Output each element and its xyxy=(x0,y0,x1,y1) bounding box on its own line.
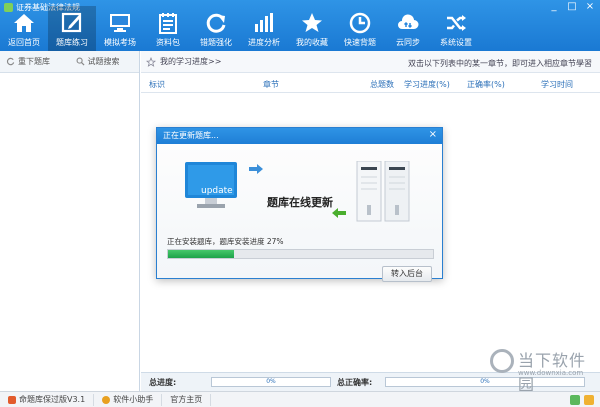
arrow-right-icon xyxy=(249,164,263,174)
status-version[interactable]: 命题库保过版V3.1 xyxy=(0,393,95,406)
total-progress-value: 0% xyxy=(266,378,276,385)
toolbar-settings[interactable]: 系统设置 xyxy=(432,6,480,51)
arrow-left-icon xyxy=(332,208,346,218)
main-toolbar: 返回首页 题库练习 模拟考场 资料包 错题强化 进度分析 我的收藏 快速背题 云… xyxy=(0,6,480,51)
calendar-icon xyxy=(159,13,177,34)
toolbar-settings-label: 系统设置 xyxy=(440,38,472,47)
sidebar-tabs: 重下题库 试题搜索 xyxy=(0,51,139,73)
column-header-progress[interactable]: 学习进度(%) xyxy=(404,79,450,90)
chapter-table-header: 标识 章节 总题数 学习进度(%) 正确率(%) 学习时间 xyxy=(141,73,600,93)
bar-chart-icon xyxy=(255,13,273,32)
tray-green-icon[interactable] xyxy=(570,394,580,405)
status-homepage-label: 官方主页 xyxy=(170,395,203,404)
toolbar-exam[interactable]: 模拟考场 xyxy=(96,6,144,51)
close-button[interactable]: × xyxy=(584,1,596,12)
left-sidebar: 重下题库 试题搜索 xyxy=(0,51,140,391)
question-search-button[interactable]: 试题搜索 xyxy=(70,51,140,72)
column-header-accuracy[interactable]: 正确率(%) xyxy=(467,79,505,90)
top-toolbar: 证券基础法律法规 _ □ × 返回首页 题库练习 模拟考场 资料包 错题强化 进… xyxy=(0,0,600,51)
column-header-time[interactable]: 学习时间 xyxy=(541,79,573,90)
question-search-label: 试题搜索 xyxy=(87,57,120,66)
toolbar-analysis[interactable]: 进度分析 xyxy=(240,6,288,51)
toolbar-cloud-sync[interactable]: 云同步 xyxy=(384,6,432,51)
toolbar-favorites-label: 我的收藏 xyxy=(296,38,328,47)
search-icon xyxy=(76,57,85,66)
edit-icon xyxy=(61,12,82,33)
window-controls: _ □ × xyxy=(548,1,596,12)
toolbar-cloud-sync-label: 云同步 xyxy=(396,38,420,47)
dialog-body: update 题库在线更新 正在安装题库，题库安装进度 27% 转入后台 xyxy=(157,144,442,282)
status-version-label: 命题库保过版V3.1 xyxy=(19,395,86,404)
refresh-icon xyxy=(206,13,226,33)
toolbar-quick-review[interactable]: 快速背题 xyxy=(336,6,384,51)
watermark: 当下软件园 www.downxia.com xyxy=(490,345,590,394)
total-progress-bar: 0% xyxy=(211,377,331,387)
dialog-close-button[interactable]: × xyxy=(429,129,437,140)
total-accuracy-value: 0% xyxy=(480,378,490,385)
star-outline-icon xyxy=(146,56,156,67)
total-accuracy-label: 总正确率: xyxy=(337,378,373,387)
update-dialog: 正在更新题库... × update 题库在线更新 正在安装题库，题库安装进度 … xyxy=(156,127,443,282)
refresh-icon xyxy=(6,57,15,66)
star-icon xyxy=(302,13,322,32)
dialog-heading: 题库在线更新 xyxy=(267,196,333,209)
breadcrumb-text: 我的学习进度>> xyxy=(160,57,222,66)
install-progress-fill xyxy=(168,250,235,258)
toolbar-quick-review-label: 快速背题 xyxy=(344,38,376,47)
tray-yellow-icon[interactable] xyxy=(584,394,594,405)
total-progress-label: 总进度: xyxy=(149,378,177,387)
server-icon xyxy=(356,161,410,222)
redownload-bank-button[interactable]: 重下题库 xyxy=(0,51,70,72)
dialog-title: 正在更新题库... xyxy=(157,128,442,144)
minimize-button[interactable]: _ xyxy=(548,1,560,12)
column-header-id[interactable]: 标识 xyxy=(149,79,165,90)
toolbar-materials-label: 资料包 xyxy=(156,38,180,47)
toolbar-mistakes-label: 错题强化 xyxy=(200,38,232,47)
status-assistant-label: 软件小助手 xyxy=(113,395,154,404)
toolbar-practice-label: 题库练习 xyxy=(56,38,88,47)
hint-text: 双击以下列表中的某一章节，即可进入相应章节學習 xyxy=(408,59,592,68)
cloud-sync-icon xyxy=(398,14,419,29)
monitor-update-text: update xyxy=(201,186,233,196)
install-status-text: 正在安装题库，题库安装进度 27% xyxy=(167,237,284,246)
home-icon xyxy=(14,14,34,32)
redownload-bank-label: 重下题库 xyxy=(18,57,50,66)
status-homepage[interactable]: 官方主页 xyxy=(162,393,212,406)
column-header-total[interactable]: 总题数 xyxy=(370,79,394,90)
toolbar-home-label: 返回首页 xyxy=(8,38,40,47)
shuffle-icon xyxy=(447,15,466,31)
toolbar-exam-label: 模拟考场 xyxy=(104,38,136,47)
status-bar: 命题库保过版V3.1 软件小助手 官方主页 xyxy=(0,391,600,407)
toolbar-materials[interactable]: 资料包 xyxy=(144,6,192,51)
status-assistant[interactable]: 软件小助手 xyxy=(94,393,163,406)
install-progress-bar xyxy=(167,249,434,259)
watermark-logo-icon xyxy=(490,349,514,373)
status-tray xyxy=(570,394,600,405)
clock-icon xyxy=(349,12,371,34)
toolbar-mistakes[interactable]: 错题强化 xyxy=(192,6,240,51)
move-to-background-button[interactable]: 转入后台 xyxy=(382,266,432,282)
monitor-icon xyxy=(110,14,130,32)
column-header-chapter[interactable]: 章节 xyxy=(263,79,279,90)
toolbar-home[interactable]: 返回首页 xyxy=(0,6,48,51)
toolbar-practice[interactable]: 题库练习 xyxy=(48,6,96,51)
assistant-icon xyxy=(102,395,111,404)
maximize-button[interactable]: □ xyxy=(566,1,578,12)
toolbar-favorites[interactable]: 我的收藏 xyxy=(288,6,336,51)
watermark-url: www.downxia.com xyxy=(518,369,584,377)
app-small-icon xyxy=(8,395,16,404)
toolbar-analysis-label: 进度分析 xyxy=(248,38,280,47)
